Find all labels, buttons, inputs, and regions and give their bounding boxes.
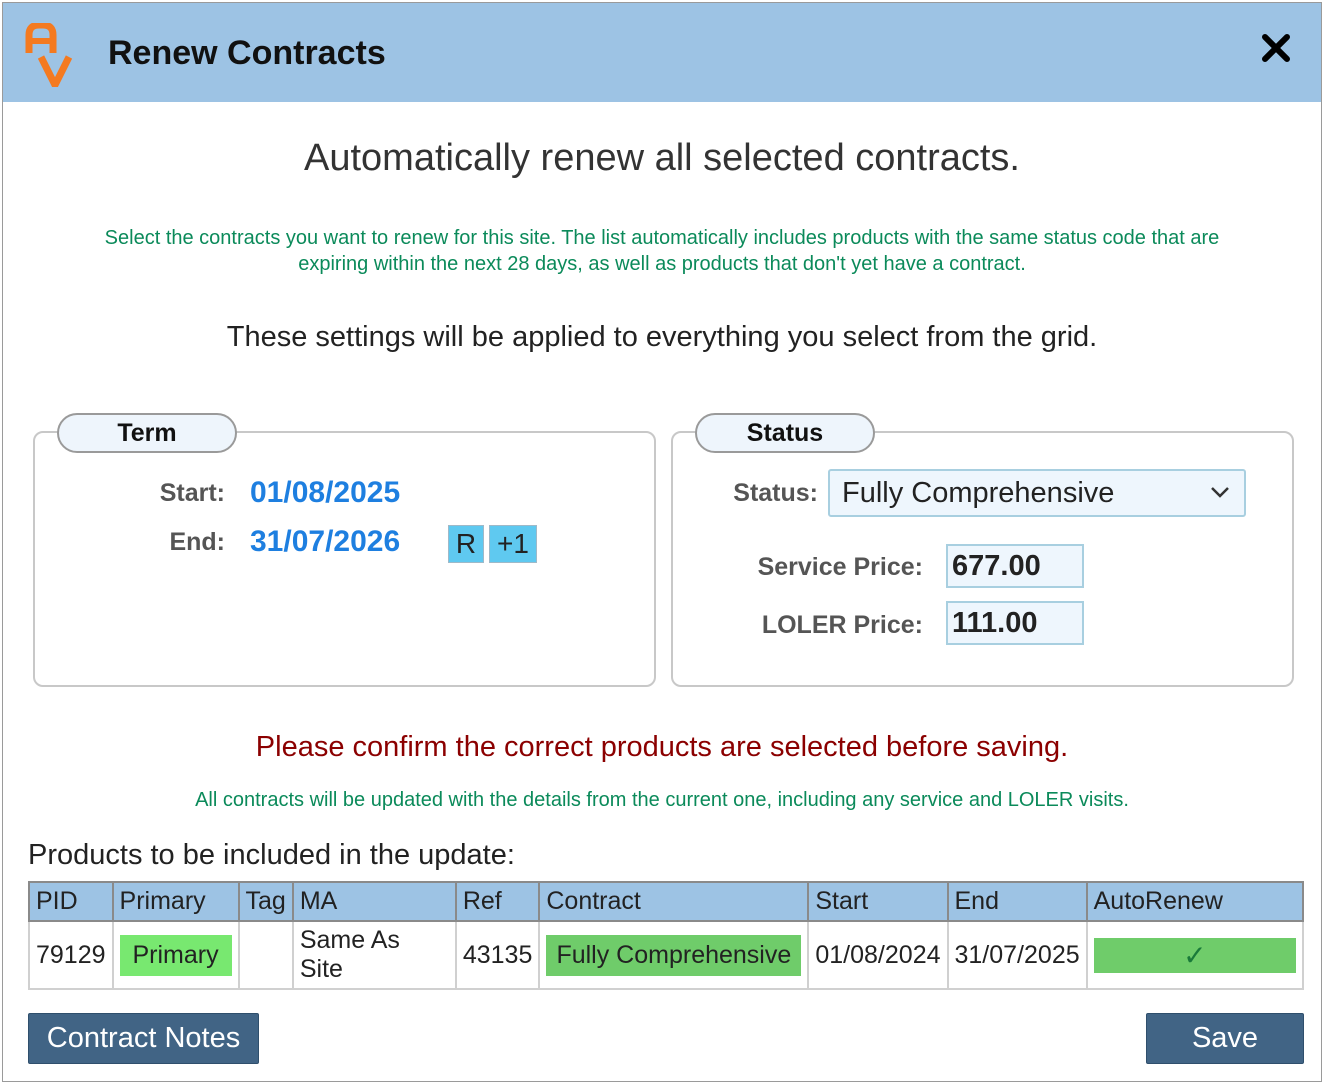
- status-label: Status:: [733, 479, 818, 507]
- cell-pid: 79129: [28, 920, 114, 990]
- col-end[interactable]: End: [946, 881, 1088, 922]
- cell-start: 01/08/2024: [807, 920, 949, 990]
- start-label: Start:: [159, 479, 225, 507]
- info-text: Select the contracts you want to renew f…: [3, 225, 1321, 277]
- contract-notes-button[interactable]: Contract Notes: [28, 1013, 259, 1064]
- table-row[interactable]: 79129 Primary Same As Site 43135 Fully C…: [28, 920, 1305, 990]
- confirm-warning: Please confirm the correct products are …: [255, 731, 1069, 763]
- settings-heading: These settings will be applied to everyt…: [226, 321, 1098, 353]
- dialog-title: Renew Contracts: [108, 34, 386, 72]
- cell-ref: 43135: [454, 920, 541, 990]
- col-ma[interactable]: MA: [291, 881, 457, 922]
- cell-tag: [237, 920, 294, 990]
- col-ref[interactable]: Ref: [454, 881, 541, 922]
- status-select-value: Fully Comprehensive: [842, 477, 1115, 509]
- col-start[interactable]: Start: [807, 881, 949, 922]
- products-label: Products to be included in the update:: [28, 839, 515, 871]
- close-icon[interactable]: [1259, 31, 1293, 65]
- info-line-1: Select the contracts you want to renew f…: [104, 227, 1220, 249]
- status-select[interactable]: Fully Comprehensive: [828, 469, 1246, 517]
- main-heading: Automatically renew all selected contrac…: [304, 137, 1020, 179]
- renew-contracts-dialog: Renew Contracts Automatically renew all …: [2, 2, 1322, 1082]
- add-year-button[interactable]: +1: [489, 525, 537, 563]
- service-price-label: Service Price:: [757, 553, 923, 581]
- col-primary[interactable]: Primary: [111, 881, 240, 922]
- cell-autorenew: ✓: [1085, 920, 1305, 990]
- products-grid: PID Primary Tag MA Ref Contract Start En…: [28, 881, 1305, 990]
- chevron-down-icon: [1211, 487, 1229, 498]
- col-tag[interactable]: Tag: [237, 881, 294, 922]
- cell-contract: Fully Comprehensive: [538, 920, 810, 990]
- info-line-2: expiring within the next 28 days, as wel…: [298, 253, 1026, 275]
- check-icon[interactable]: ✓: [1093, 937, 1296, 973]
- app-logo-icon: [25, 23, 73, 87]
- save-button[interactable]: Save: [1146, 1013, 1304, 1064]
- loler-price-label: LOLER Price:: [761, 611, 923, 639]
- status-panel: Status Status: Fully Comprehensive Servi…: [671, 413, 1294, 687]
- reset-term-button[interactable]: R: [448, 525, 484, 563]
- cell-primary: Primary: [111, 920, 240, 990]
- status-legend: Status: [695, 413, 875, 453]
- term-panel: Term Start: 01/08/2025 End: 31/07/2026 R…: [33, 413, 656, 687]
- grid-header-row: PID Primary Tag MA Ref Contract Start En…: [28, 881, 1305, 922]
- term-legend: Term: [57, 413, 237, 453]
- end-date[interactable]: 31/07/2026: [250, 525, 400, 559]
- col-pid[interactable]: PID: [28, 881, 114, 922]
- update-note: All contracts will be updated with the d…: [195, 789, 1129, 811]
- col-contract[interactable]: Contract: [538, 881, 810, 922]
- title-bar: Renew Contracts: [3, 3, 1321, 102]
- cell-end: 31/07/2025: [946, 920, 1088, 990]
- service-price-input[interactable]: [946, 544, 1084, 588]
- start-date[interactable]: 01/08/2025: [250, 476, 400, 510]
- loler-price-input[interactable]: [946, 601, 1084, 645]
- col-autorenew[interactable]: AutoRenew: [1085, 881, 1305, 922]
- end-label: End:: [169, 528, 225, 556]
- contract-badge: Fully Comprehensive: [546, 934, 802, 976]
- primary-badge: Primary: [119, 934, 232, 976]
- cell-ma: Same As Site: [291, 920, 457, 990]
